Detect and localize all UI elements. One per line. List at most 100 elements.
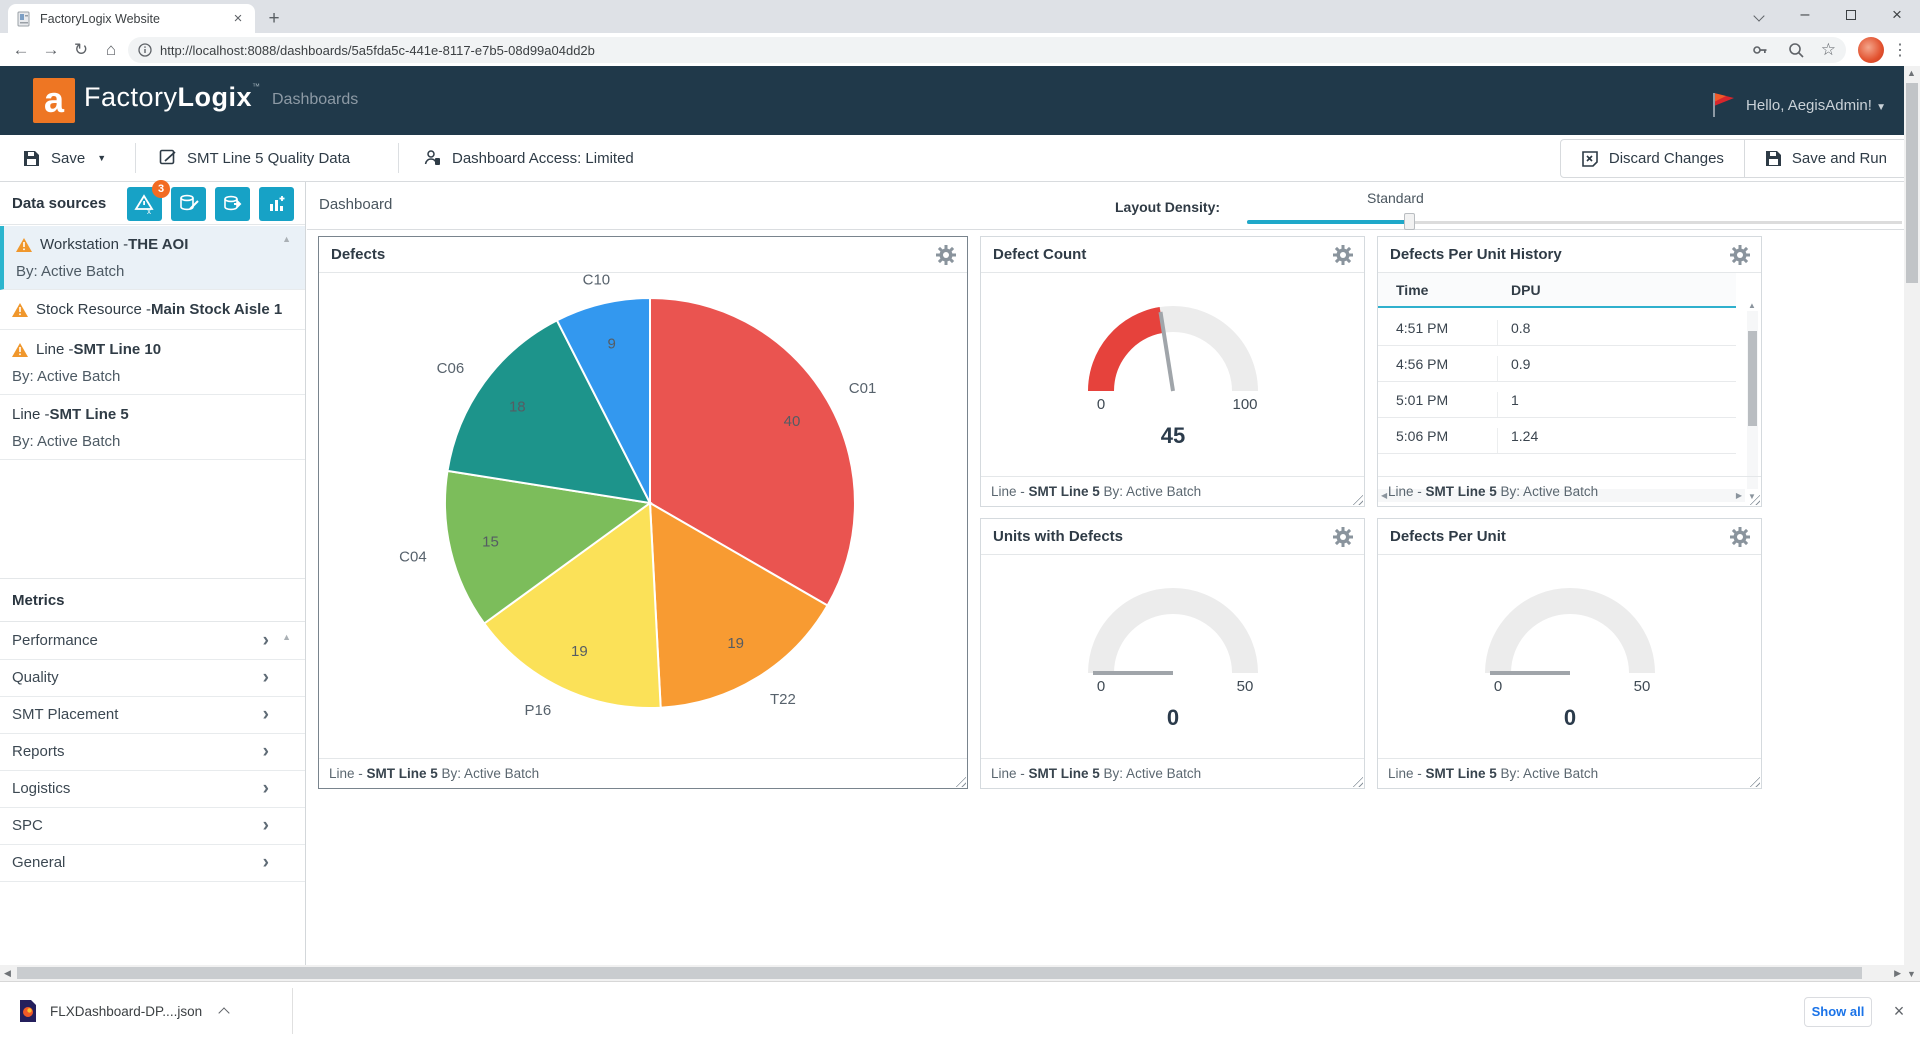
scroll-up-icon[interactable]: ▲	[1748, 301, 1756, 310]
scrollbar-thumb[interactable]	[1748, 331, 1757, 426]
datasources-header: Data sources x 3	[0, 182, 305, 225]
new-tab-button[interactable]: +	[262, 7, 286, 31]
metrics-scroll-up-icon[interactable]: ▲	[282, 632, 291, 642]
window-minimize-button[interactable]: –	[1782, 0, 1828, 33]
warning-icon	[12, 343, 28, 357]
svg-text:50: 50	[1634, 678, 1651, 695]
app-header: a FactoryLogix™ Dashboards Hello, AegisA…	[0, 66, 1920, 135]
reload-icon[interactable]: ↻	[66, 40, 96, 60]
favicon-icon	[16, 11, 32, 27]
factorylogix-logo: a	[33, 78, 75, 123]
datasource-item-stock[interactable]: Stock Resource - Main Stock Aisle 1	[0, 291, 305, 330]
tab-title: FactoryLogix Website	[40, 12, 229, 26]
add-widget-button[interactable]	[259, 187, 294, 221]
resize-handle[interactable]	[1747, 492, 1760, 505]
scroll-left-icon[interactable]: ◀	[4, 968, 11, 979]
widget-defects[interactable]: Defects C0140T2219P1619C0415C0618C109 Li…	[318, 236, 968, 789]
dashboard-name-button[interactable]: SMT Line 5 Quality Data	[159, 135, 350, 181]
widget-title: Defects	[331, 246, 385, 263]
profile-avatar[interactable]	[1858, 37, 1884, 63]
gear-icon[interactable]	[935, 244, 957, 266]
datasource-item-line10[interactable]: Line - SMT Line 10 By: Active Batch	[0, 331, 305, 395]
widget-title: Units with Defects	[993, 528, 1123, 545]
gear-icon[interactable]	[1332, 244, 1354, 266]
metrics-item-quality[interactable]: Quality›	[0, 660, 305, 697]
resize-handle[interactable]	[1350, 774, 1363, 787]
page-vertical-scrollbar[interactable]: ▲ ▼	[1904, 66, 1920, 981]
forward-icon[interactable]: →	[36, 40, 66, 60]
datasource-by: By: Active Batch	[12, 368, 120, 385]
browser-tab[interactable]: FactoryLogix Website ×	[8, 4, 255, 33]
bookmark-star-icon[interactable]: ☆	[1821, 40, 1836, 60]
widget-caption: Line - SMT Line 5 By: Active Batch	[1378, 758, 1761, 788]
metrics-item-performance[interactable]: Performance›	[0, 623, 305, 660]
export-datasource-button[interactable]	[215, 187, 250, 221]
dashboard-toolbar: Save ▼ SMT Line 5 Quality Data Dashboard…	[0, 135, 1920, 182]
metrics-item-general[interactable]: General›	[0, 845, 305, 882]
gear-icon[interactable]	[1729, 526, 1751, 548]
metrics-item-spc[interactable]: SPC›	[0, 808, 305, 845]
metrics-title: Metrics	[12, 592, 65, 609]
download-caret-up-icon[interactable]	[218, 1007, 229, 1018]
defect-count-gauge: 010045	[981, 273, 1364, 477]
edit-datasource-button[interactable]	[171, 187, 206, 221]
scrollbar-thumb[interactable]	[1906, 83, 1918, 283]
svg-text:100: 100	[1232, 396, 1257, 413]
gear-icon[interactable]	[1332, 526, 1354, 548]
page-horizontal-scrollbar[interactable]: ◀ ▶	[0, 965, 1905, 981]
layout-density-value: Standard	[1367, 190, 1424, 206]
save-button[interactable]: Save ▼	[23, 135, 106, 181]
discard-changes-button[interactable]: Discard Changes	[1561, 140, 1744, 177]
show-all-button[interactable]: Show all	[1804, 997, 1872, 1027]
download-item[interactable]: FLXDashboard-DP....json	[18, 992, 228, 1030]
dashboard-access-button[interactable]: Dashboard Access: Limited	[424, 135, 634, 181]
password-key-icon[interactable]	[1751, 41, 1769, 59]
datasource-item-workstation[interactable]: Workstation - THE AOI By: Active Batch	[0, 226, 305, 290]
resize-handle[interactable]	[1747, 774, 1760, 787]
window-close-button[interactable]: ×	[1874, 0, 1920, 33]
info-icon[interactable]	[138, 43, 152, 57]
layout-density-slider-fill	[1247, 220, 1409, 224]
download-bar-close-icon[interactable]: ×	[1886, 998, 1912, 1024]
back-icon[interactable]: ←	[6, 40, 36, 60]
nav-dashboards[interactable]: Dashboards	[272, 91, 358, 109]
dashboard-canvas: Defects C0140T2219P1619C0415C0618C109 Li…	[307, 231, 1905, 965]
datasources-title: Data sources	[12, 195, 106, 212]
layout-density-slider-thumb[interactable]	[1404, 213, 1415, 230]
widget-caption: Line - SMT Line 5 By: Active Batch	[319, 758, 967, 788]
defects-pie-chart[interactable]: C0140T2219P1619C0415C0618C109	[319, 273, 967, 759]
scroll-down-icon[interactable]: ▼	[1907, 969, 1916, 979]
browser-menu-chevron-icon[interactable]	[1736, 0, 1782, 33]
datasources-scroll-up-icon[interactable]: ▲	[282, 234, 291, 244]
widget-units-with-defects[interactable]: Units with Defects 0500 Line - SMT Line …	[980, 518, 1365, 789]
widget-dpu-history[interactable]: Defects Per Unit History Time DPU 4:51 P…	[1377, 236, 1762, 507]
resize-handle[interactable]	[953, 774, 966, 787]
units-with-defects-gauge: 0500	[981, 555, 1364, 759]
metrics-item-smt-placement[interactable]: SMT Placement›	[0, 697, 305, 734]
widget-defects-per-unit[interactable]: Defects Per Unit 0500 Line - SMT Line 5 …	[1377, 518, 1762, 789]
metrics-item-logistics[interactable]: Logistics›	[0, 771, 305, 808]
gear-icon[interactable]	[1729, 244, 1751, 266]
tab-close-icon[interactable]: ×	[229, 10, 247, 28]
window-maximize-button[interactable]	[1828, 0, 1874, 33]
url-input[interactable]: http://localhost:8088/dashboards/5a5fda5…	[128, 37, 1846, 63]
user-menu[interactable]: Hello, AegisAdmin! ▼	[1710, 91, 1886, 119]
alerts-button[interactable]: x 3	[127, 187, 162, 221]
zoom-icon[interactable]	[1787, 41, 1805, 59]
scrollbar-thumb[interactable]	[17, 967, 1862, 979]
resize-handle[interactable]	[1350, 492, 1363, 505]
svg-text:C01: C01	[849, 380, 877, 397]
scroll-up-icon[interactable]: ▲	[1907, 68, 1916, 78]
home-icon[interactable]: ⌂	[96, 40, 126, 60]
save-caret-icon: ▼	[97, 153, 106, 163]
svg-text:18: 18	[509, 399, 526, 416]
scroll-right-icon[interactable]: ▶	[1894, 968, 1901, 979]
widget-defect-count[interactable]: Defect Count 010045 Line - SMT Line 5 By…	[980, 236, 1365, 507]
browser-menu-icon[interactable]: ⋮	[1892, 40, 1908, 60]
metrics-item-reports[interactable]: Reports›	[0, 734, 305, 771]
save-and-run-button[interactable]: Save and Run	[1745, 140, 1907, 177]
svg-text:0: 0	[1167, 705, 1179, 730]
table-vertical-scrollbar[interactable]: ▲ ▼	[1747, 311, 1758, 489]
save-icon	[23, 150, 40, 167]
datasource-item-line5[interactable]: Line - SMT Line 5 By: Active Batch	[0, 396, 305, 460]
